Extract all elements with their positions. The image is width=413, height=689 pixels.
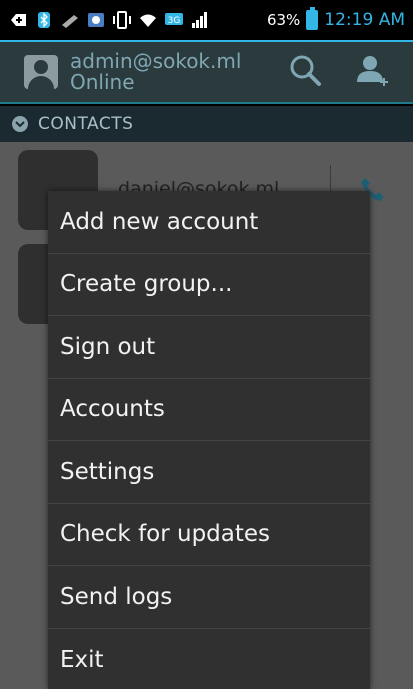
menu-item-label: Add new account <box>60 208 259 235</box>
battery-percent: 63% <box>266 11 301 29</box>
overflow-menu: Add new account Create group... Sign out… <box>48 191 370 689</box>
pen-icon <box>60 10 80 30</box>
avatar[interactable] <box>24 55 58 89</box>
menu-item-send-logs[interactable]: Send logs <box>48 566 370 629</box>
menu-item-label: Check for updates <box>60 521 271 548</box>
menu-item-sign-out[interactable]: Sign out <box>48 316 370 379</box>
menu-item-create-group[interactable]: Create group... <box>48 254 370 316</box>
contacts-section-header[interactable]: CONTACTS <box>0 106 413 142</box>
svg-text:3G: 3G <box>168 16 181 26</box>
menu-item-label: Settings <box>60 458 155 485</box>
vpn-icon <box>86 10 106 30</box>
battery-icon <box>306 7 319 30</box>
menu-item-label: Accounts <box>60 396 165 423</box>
wifi-icon <box>138 10 158 30</box>
add-contact-icon[interactable] <box>353 52 389 92</box>
user-info[interactable]: admin@sokok.ml Online <box>70 51 241 93</box>
network-type-icon: 3G <box>164 10 184 30</box>
menu-item-accounts[interactable]: Accounts <box>48 379 370 441</box>
menu-item-exit[interactable]: Exit <box>48 629 370 689</box>
menu-item-label: Send logs <box>60 583 173 610</box>
menu-item-settings[interactable]: Settings <box>48 441 370 504</box>
menu-item-check-for-updates[interactable]: Check for updates <box>48 504 370 566</box>
section-label: CONTACTS <box>38 114 134 134</box>
bluetooth-icon <box>34 10 54 30</box>
add-icon <box>8 10 28 30</box>
search-icon[interactable] <box>287 52 323 92</box>
presence-status: Online <box>70 70 135 94</box>
vibrate-icon <box>112 10 132 30</box>
menu-item-label: Create group... <box>60 271 233 298</box>
signal-icon <box>190 10 210 30</box>
menu-item-label: Exit <box>60 646 104 673</box>
status-bar: 3G 63% 12:19 AM <box>0 0 413 40</box>
clock: 12:19 AM <box>324 10 405 30</box>
menu-item-label: Sign out <box>60 333 156 360</box>
app-header: admin@sokok.ml Online <box>0 40 413 104</box>
chevron-down-icon <box>12 116 28 132</box>
menu-item-add-new-account[interactable]: Add new account <box>48 191 370 254</box>
account-name: admin@sokok.ml <box>70 49 242 73</box>
